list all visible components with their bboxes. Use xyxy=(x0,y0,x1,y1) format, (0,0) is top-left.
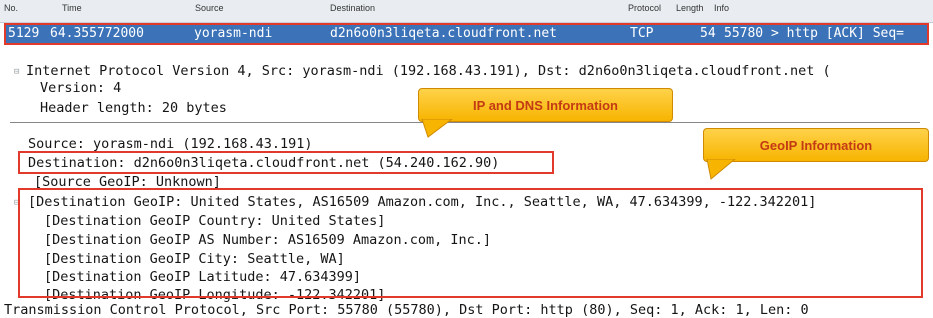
col-destination-header[interactable]: Destination xyxy=(330,3,375,13)
collapse-icon[interactable]: ⊟ xyxy=(14,67,19,77)
packet-info: 55780 > http [ACK] Seq= xyxy=(724,26,905,41)
divider xyxy=(10,122,920,123)
callout-pointer-icon xyxy=(706,159,736,180)
packet-list-header: No. Time Source Destination Protocol Len… xyxy=(0,0,933,23)
col-protocol-header[interactable]: Protocol xyxy=(628,3,661,13)
ip-dns-callout-label: IP and DNS Information xyxy=(473,97,618,113)
geoip-callout-label: GeoIP Information xyxy=(759,137,873,153)
col-source-header[interactable]: Source xyxy=(195,3,224,13)
callout-pointer-icon xyxy=(421,119,453,138)
packet-length: 54 xyxy=(700,26,716,41)
packet-destination: d2n6o0n3liqeta.cloudfront.net xyxy=(330,26,557,41)
packet-no: 5129 xyxy=(8,26,40,41)
geoip-highlight-box xyxy=(18,188,923,298)
destination-highlight-box xyxy=(18,151,554,174)
col-no-header[interactable]: No. xyxy=(4,3,18,13)
packet-protocol: TCP xyxy=(630,26,654,41)
tcp-protocol-line[interactable]: Transmission Control Protocol, Src Port:… xyxy=(4,302,809,318)
packet-source: yorasm-ndi xyxy=(194,26,273,41)
col-time-header[interactable]: Time xyxy=(62,3,82,13)
ip-header-length[interactable]: Header length: 20 bytes xyxy=(40,100,227,116)
col-length-header[interactable]: Length xyxy=(676,3,704,13)
ip-dns-callout: IP and DNS Information xyxy=(418,88,673,138)
geoip-callout: GeoIP Information xyxy=(703,128,929,180)
ip-protocol-line[interactable]: Internet Protocol Version 4, Src: yorasm… xyxy=(26,63,831,79)
ip-source[interactable]: Source: yorasm-ndi (192.168.43.191) xyxy=(28,136,312,152)
packet-row-selected[interactable]: 5129 64.355772000 yorasm-ndi d2n6o0n3liq… xyxy=(4,23,929,45)
col-info-header[interactable]: Info xyxy=(714,3,729,13)
packet-time: 64.355772000 xyxy=(50,26,144,41)
ip-version[interactable]: Version: 4 xyxy=(40,80,121,96)
